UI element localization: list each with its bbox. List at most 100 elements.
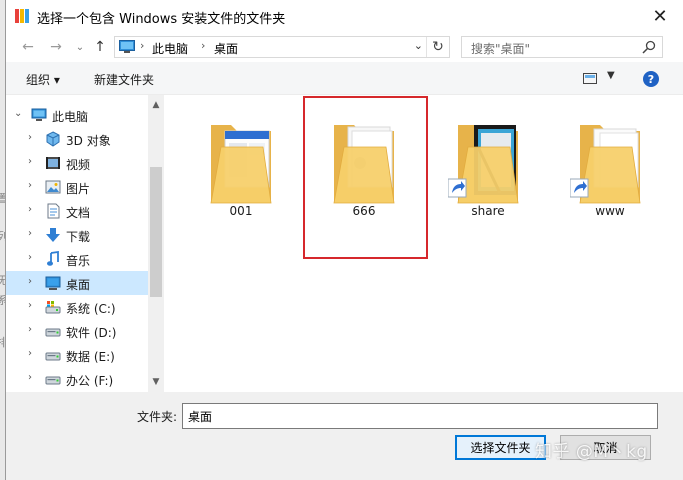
chevron-down-icon: ⌄ xyxy=(75,41,85,53)
drive-icon xyxy=(45,328,61,337)
folder-shortcut-icon xyxy=(570,125,641,204)
tree-item[interactable]: › 桌面 xyxy=(6,271,148,295)
tree-item[interactable]: › 文档 xyxy=(6,199,148,223)
tree-item[interactable]: ⌄ 此电脑 xyxy=(6,103,148,127)
scrollbar-thumb[interactable] xyxy=(150,167,162,297)
breadcrumb-desktop[interactable]: 桌面 xyxy=(214,40,238,57)
arrow-right-icon: → xyxy=(50,39,62,55)
folder-item-name: www xyxy=(595,204,625,218)
tree-item[interactable]: › 3D 对象 xyxy=(6,127,148,151)
tree-item-label: 软件 (D:) xyxy=(66,326,117,340)
tree-item-label: 桌面 xyxy=(66,278,91,292)
command-bar: 组织 ▾ 新建文件夹 ▼ ? xyxy=(6,62,683,95)
folder-shortcut-icon xyxy=(448,125,519,204)
chevron-right-icon[interactable]: › xyxy=(28,300,32,311)
folder-item[interactable]: share xyxy=(438,107,538,232)
tree-item[interactable]: › 图片 xyxy=(6,175,148,199)
chevron-right-icon[interactable]: › xyxy=(28,252,32,263)
organize-button[interactable]: 组织 ▾ xyxy=(26,71,60,88)
chevron-right-icon[interactable]: › xyxy=(28,156,32,167)
window-title: 选择一个包含 Windows 安装文件的文件夹 xyxy=(37,12,286,27)
tree-item[interactable]: › 下载 xyxy=(6,223,148,247)
folder-item[interactable]: 001 xyxy=(191,107,291,232)
refresh-button[interactable]: ↻ xyxy=(426,37,449,57)
tree-item[interactable]: › 办公 (F:) xyxy=(6,367,148,391)
breadcrumb-this-pc[interactable]: 此电脑 xyxy=(152,40,188,57)
chevron-right-icon[interactable]: › xyxy=(28,276,32,287)
address-bar[interactable]: › 此电脑 › 桌面 ⌄ ↻ xyxy=(114,36,450,58)
tree-item-label: 办公 (F:) xyxy=(66,374,114,388)
close-icon: ✕ xyxy=(652,5,668,27)
app-icon xyxy=(15,9,29,23)
back-button[interactable]: ← xyxy=(18,37,38,57)
folder-item[interactable]: www xyxy=(560,107,660,232)
tree-item-label: 文档 xyxy=(66,206,91,220)
chevron-right-icon[interactable]: › xyxy=(28,324,32,335)
help-icon: ? xyxy=(647,72,655,86)
title-bar: 选择一个包含 Windows 安装文件的文件夹 ✕ xyxy=(6,0,683,32)
breadcrumb-separator: › xyxy=(201,39,206,52)
zhihu-watermark: 知乎 @M丶kg xyxy=(535,442,648,462)
close-button[interactable]: ✕ xyxy=(637,0,683,32)
tree-item-label: 此电脑 xyxy=(52,110,89,124)
tree-item[interactable]: › 系统 (C:) xyxy=(6,295,148,319)
search-box[interactable]: 搜索"桌面" xyxy=(461,36,663,58)
chevron-right-icon[interactable]: › xyxy=(28,372,32,383)
chevron-right-icon[interactable]: › xyxy=(28,132,32,143)
tree-item[interactable]: › 软件 (D:) xyxy=(6,319,148,343)
chevron-down-icon[interactable]: ⌄ xyxy=(14,108,22,119)
navigation-scrollbar[interactable]: ▲ ▼ xyxy=(148,95,164,392)
dialog-footer: 文件夹: 桌面 选择文件夹 取消 xyxy=(6,392,683,480)
documents-icon xyxy=(47,203,60,219)
folder-name-input[interactable]: 桌面 xyxy=(182,403,658,429)
tree-item-label: 系统 (C:) xyxy=(66,302,116,316)
folder-icon xyxy=(210,125,272,204)
video-icon xyxy=(46,157,60,169)
drive-icon xyxy=(45,352,61,361)
folder-item-name: 666 xyxy=(352,204,376,218)
forward-button[interactable]: → xyxy=(46,37,66,57)
scroll-up-arrow[interactable]: ▲ xyxy=(148,97,164,113)
chevron-right-icon[interactable]: › xyxy=(28,180,32,191)
address-dropdown-icon[interactable]: ⌄ xyxy=(414,39,423,52)
pictures-icon xyxy=(45,180,61,194)
folder-icon xyxy=(333,125,395,204)
tree-item[interactable]: › 视频 xyxy=(6,151,148,175)
folder-field-label: 文件夹: xyxy=(137,410,178,424)
scroll-down-arrow[interactable]: ▼ xyxy=(148,374,164,390)
breadcrumb-separator: › xyxy=(140,39,145,52)
file-list-view: 001 666 share www xyxy=(164,95,683,392)
computer-icon xyxy=(119,40,135,53)
tree-item-label: 图片 xyxy=(66,182,91,196)
folder-picker-dialog: 选择一个包含 Windows 安装文件的文件夹 ✕ ← → ⌄ ↑ › 此电脑 … xyxy=(6,0,683,480)
up-button[interactable]: ↑ xyxy=(90,37,110,57)
tree-item[interactable]: › 数据 (E:) xyxy=(6,343,148,367)
view-mode-icon[interactable] xyxy=(583,73,597,84)
search-placeholder: 搜索"桌面" xyxy=(471,42,531,56)
recent-locations-button[interactable]: ⌄ xyxy=(70,37,90,57)
tree-item-label: 视频 xyxy=(66,158,91,172)
desktop-icon xyxy=(45,276,61,290)
view-dropdown-icon[interactable]: ▼ xyxy=(607,70,615,81)
chevron-right-icon[interactable]: › xyxy=(28,348,32,359)
navigation-pane: ⌄ 此电脑 › 3D 对象 › 视频 › 图片 › 文档 › 下载 › 音乐 › 桌面 › 系统 (C:) › 软件 … xyxy=(6,95,148,392)
chevron-right-icon[interactable]: › xyxy=(28,228,32,239)
tree-item-label: 音乐 xyxy=(66,254,91,268)
download-icon xyxy=(46,228,60,242)
music-icon xyxy=(47,251,59,266)
tree-item-label: 3D 对象 xyxy=(66,134,111,148)
select-folder-button[interactable]: 选择文件夹 xyxy=(455,435,546,460)
computer-icon xyxy=(31,108,47,121)
system-drive-icon xyxy=(45,301,61,314)
help-button[interactable]: ? xyxy=(643,71,659,87)
chevron-right-icon[interactable]: › xyxy=(28,204,32,215)
arrow-up-icon: ↑ xyxy=(94,39,106,55)
folder-item-name: 001 xyxy=(229,204,253,218)
folder-item[interactable]: 666 xyxy=(314,107,414,232)
tree-item[interactable]: › 音乐 xyxy=(6,247,148,271)
3d-objects-icon xyxy=(46,131,60,147)
drive-icon xyxy=(45,376,61,385)
folder-item-name: share xyxy=(471,204,505,218)
arrow-left-icon: ← xyxy=(22,39,34,55)
new-folder-button[interactable]: 新建文件夹 xyxy=(94,71,154,88)
